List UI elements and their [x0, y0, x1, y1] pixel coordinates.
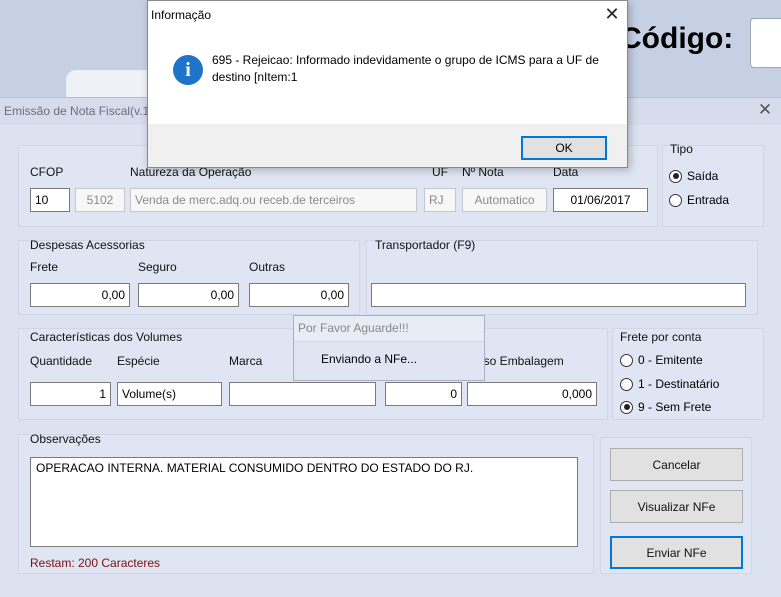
- frete-field[interactable]: 0,00: [30, 283, 130, 307]
- nnota-field: Automatico: [462, 188, 547, 212]
- marca-field[interactable]: [229, 382, 376, 406]
- frete-emitente-radio[interactable]: 0 - Emitente: [620, 353, 703, 367]
- especie-field[interactable]: Volume(s): [117, 382, 222, 406]
- send-nfe-button[interactable]: Enviar NFe: [610, 536, 743, 569]
- cancel-button[interactable]: Cancelar: [610, 448, 743, 481]
- radio-selected-icon: [669, 169, 682, 183]
- codigo-field[interactable]: [750, 18, 781, 68]
- quantidade-label: Quantidade: [30, 354, 93, 368]
- window-close-icon[interactable]: ✕: [756, 100, 774, 120]
- outras-label: Outras: [249, 260, 286, 274]
- message-box-close-icon[interactable]: ✕: [603, 4, 621, 24]
- message-box-text: 695 - Rejeicao: Informado indevidamente …: [212, 53, 599, 84]
- tipo-entrada-label: Entrada: [687, 193, 730, 207]
- tipo-saida-label: Saída: [687, 169, 719, 183]
- cfop-code-field[interactable]: 10: [30, 188, 70, 212]
- frete-sem-frete-radio[interactable]: 9 - Sem Frete: [620, 400, 711, 414]
- frete-sem-frete-label: 9 - Sem Frete: [638, 400, 712, 414]
- wait-popup-title: Por Favor Aguarde!!!: [298, 321, 409, 335]
- tipo-label: Tipo: [670, 142, 693, 156]
- data-field[interactable]: 01/06/2017: [553, 188, 648, 212]
- frete-destinatario-radio[interactable]: 1 - Destinatário: [620, 377, 719, 391]
- seguro-field[interactable]: 0,00: [138, 283, 239, 307]
- codigo-label: Código:: [620, 22, 734, 55]
- peso-field[interactable]: 0,000: [467, 382, 597, 406]
- volumes-title: Características dos Volumes: [30, 330, 183, 344]
- wait-popup-message: Enviando a NFe...: [321, 352, 418, 366]
- remaining-characters: Restam: 200 Caracteres: [30, 556, 161, 570]
- ok-button[interactable]: OK: [521, 136, 607, 160]
- uf-field: RJ: [424, 188, 456, 212]
- radio-unselected-icon: [620, 353, 633, 367]
- outras-field[interactable]: 0,00: [249, 283, 349, 307]
- preview-nfe-button[interactable]: Visualizar NFe: [610, 490, 743, 523]
- marca-label: Marca: [229, 354, 263, 368]
- tipo-group: [662, 145, 764, 227]
- radio-unselected-icon: [669, 193, 682, 207]
- observacoes-title: Observações: [30, 432, 101, 446]
- transportador-title: Transportador (F9): [375, 238, 476, 252]
- transportador-field[interactable]: [371, 283, 746, 307]
- tipo-saida-radio[interactable]: Saída: [669, 169, 718, 183]
- frete-label: Frete: [30, 260, 59, 274]
- radio-selected-icon: [620, 400, 633, 414]
- cfop-number-field: 5102: [75, 188, 125, 212]
- frete-emitente-label: 0 - Emitente: [638, 353, 703, 367]
- radio-unselected-icon: [620, 377, 633, 391]
- frete-destinatario-label: 1 - Destinatário: [638, 377, 720, 391]
- info-icon: i: [173, 55, 203, 85]
- despesas-title: Despesas Acessorias: [30, 238, 145, 252]
- frete-conta-title: Frete por conta: [620, 330, 702, 344]
- message-box-title: Informação: [151, 8, 212, 22]
- quantidade-field[interactable]: 1: [30, 382, 111, 406]
- seguro-label: Seguro: [138, 260, 177, 274]
- especie-label: Espécie: [117, 354, 160, 368]
- window-title: Emissão de Nota Fiscal(v.16: [4, 104, 156, 118]
- cfop-label: CFOP: [30, 165, 64, 179]
- tipo-entrada-radio[interactable]: Entrada: [669, 193, 729, 207]
- numero-field[interactable]: 0: [385, 382, 462, 406]
- natureza-field: Venda de merc.adq.ou receb.de terceiros: [130, 188, 417, 212]
- observacoes-textarea[interactable]: OPERACAO INTERNA. MATERIAL CONSUMIDO DEN…: [30, 457, 578, 547]
